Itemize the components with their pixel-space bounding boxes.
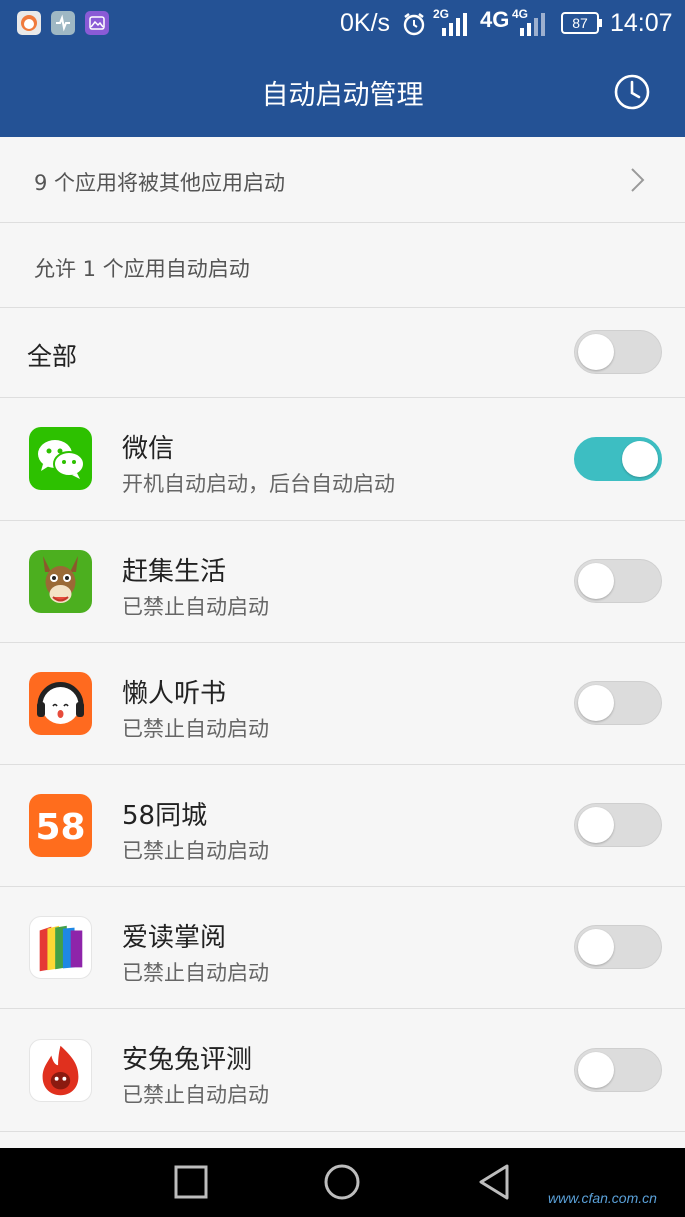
app-bar: 自动启动管理 — [0, 48, 685, 137]
chevron-right-icon — [631, 168, 645, 192]
gallery-app-icon — [85, 11, 109, 35]
app-status: 已禁止自动启动 — [122, 1083, 269, 1107]
wechat-icon — [29, 427, 92, 490]
antutu-autostart-toggle[interactable] — [574, 1048, 662, 1092]
signal-icon-secondary — [520, 13, 545, 36]
app-name: 安兔兔评测 — [122, 1045, 253, 1075]
all-apps-row: 全部 — [0, 308, 685, 398]
allowed-count-row: 允许 1 个应用自动启动 — [0, 223, 685, 308]
battery-icon: 87 — [561, 12, 602, 34]
donkey-icon — [29, 550, 92, 613]
all-apps-label: 全部 — [27, 342, 78, 371]
home-icon[interactable] — [322, 1162, 362, 1202]
navigation-bar: www.cfan.com.cn — [0, 1148, 685, 1217]
flame-icon — [29, 1039, 92, 1102]
ganji-autostart-toggle[interactable] — [574, 559, 662, 603]
app-row-ganji: 赶集生活 已禁止自动启动 — [0, 521, 685, 643]
app-status: 已禁止自动启动 — [122, 961, 269, 985]
app-name: 懒人听书 — [122, 679, 227, 709]
app-status: 已禁止自动启动 — [122, 595, 269, 619]
app-row-wechat: 微信 开机自动启动，后台自动启动 — [0, 398, 685, 521]
clock-time: 14:07 — [610, 9, 673, 37]
iread-autostart-toggle[interactable] — [574, 925, 662, 969]
headphones-icon — [29, 672, 92, 735]
status-bar: 0K/s 2G 4G 4G 87 14:07 — [0, 0, 685, 48]
app-row-lanren: 懒人听书 已禁止自动启动 — [0, 643, 685, 765]
app-status: 开机自动启动，后台自动启动 — [122, 472, 395, 496]
app-status: 已禁止自动启动 — [122, 717, 269, 741]
watermark: www.cfan.com.cn — [548, 1190, 657, 1206]
headset-app-icon — [17, 11, 41, 35]
network-speed: 0K/s — [340, 9, 391, 37]
wechat-autostart-toggle[interactable] — [574, 437, 662, 481]
launched-by-others-text: 9 个应用将被其他应用启动 — [34, 171, 286, 195]
58-autostart-toggle[interactable] — [574, 803, 662, 847]
recents-icon[interactable] — [171, 1162, 211, 1202]
58-icon: 58 — [29, 794, 92, 857]
app-status: 已禁止自动启动 — [122, 839, 269, 863]
clock-icon[interactable] — [612, 72, 652, 112]
health-app-icon — [51, 11, 75, 35]
app-name: 爱读掌阅 — [122, 923, 227, 953]
allowed-count-text: 允许 1 个应用自动启动 — [34, 257, 250, 281]
page-title: 自动启动管理 — [261, 80, 424, 111]
app-name: 58同城 — [122, 801, 208, 831]
battery-level: 87 — [572, 15, 588, 31]
svg-text:58: 58 — [35, 807, 85, 848]
all-apps-toggle[interactable] — [574, 330, 662, 374]
back-icon[interactable] — [474, 1162, 514, 1202]
launched-by-others-row[interactable]: 9 个应用将被其他应用启动 — [0, 137, 685, 223]
app-name: 微信 — [122, 434, 175, 464]
app-row-58: 58 58同城 已禁止自动启动 — [0, 765, 685, 887]
lanren-autostart-toggle[interactable] — [574, 681, 662, 725]
app-row-iread: 爱读掌阅 已禁止自动启动 — [0, 887, 685, 1009]
book-icon — [29, 916, 92, 979]
app-name: 赶集生活 — [122, 557, 227, 587]
app-row-antutu: 安兔兔评测 已禁止自动启动 — [0, 1009, 685, 1132]
alarm-icon — [403, 13, 425, 36]
network-4g-label: 4G — [480, 7, 510, 32]
signal-icon — [442, 13, 467, 36]
